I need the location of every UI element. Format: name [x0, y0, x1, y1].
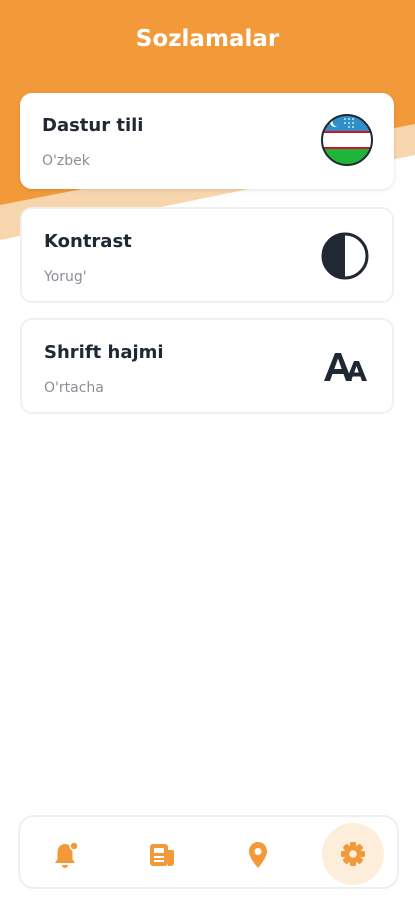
font-size-setting-value: O'rtacha [44, 380, 104, 396]
uzbekistan-flag-icon [320, 113, 374, 167]
language-setting-card[interactable]: Dastur tili O'zbek [20, 93, 394, 189]
font-size-icon [318, 340, 372, 394]
language-setting-value: O'zbek [42, 153, 90, 169]
news-icon[interactable] [134, 827, 190, 883]
location-pin-icon[interactable] [230, 827, 286, 883]
settings-gear-icon[interactable] [322, 823, 384, 885]
font-size-setting-card[interactable]: Shrift hajmi O'rtacha [20, 318, 394, 414]
contrast-setting-card[interactable]: Kontrast Yorug' [20, 207, 394, 303]
contrast-setting-value: Yorug' [44, 269, 87, 285]
language-setting-title: Dastur tili [42, 115, 144, 136]
font-size-setting-title: Shrift hajmi [44, 342, 164, 363]
contrast-setting-title: Kontrast [44, 231, 132, 252]
notifications-bell-icon[interactable] [38, 827, 94, 883]
contrast-icon [318, 229, 372, 283]
page-title: Sozlamalar [135, 26, 280, 52]
bottom-navigation [18, 815, 399, 889]
